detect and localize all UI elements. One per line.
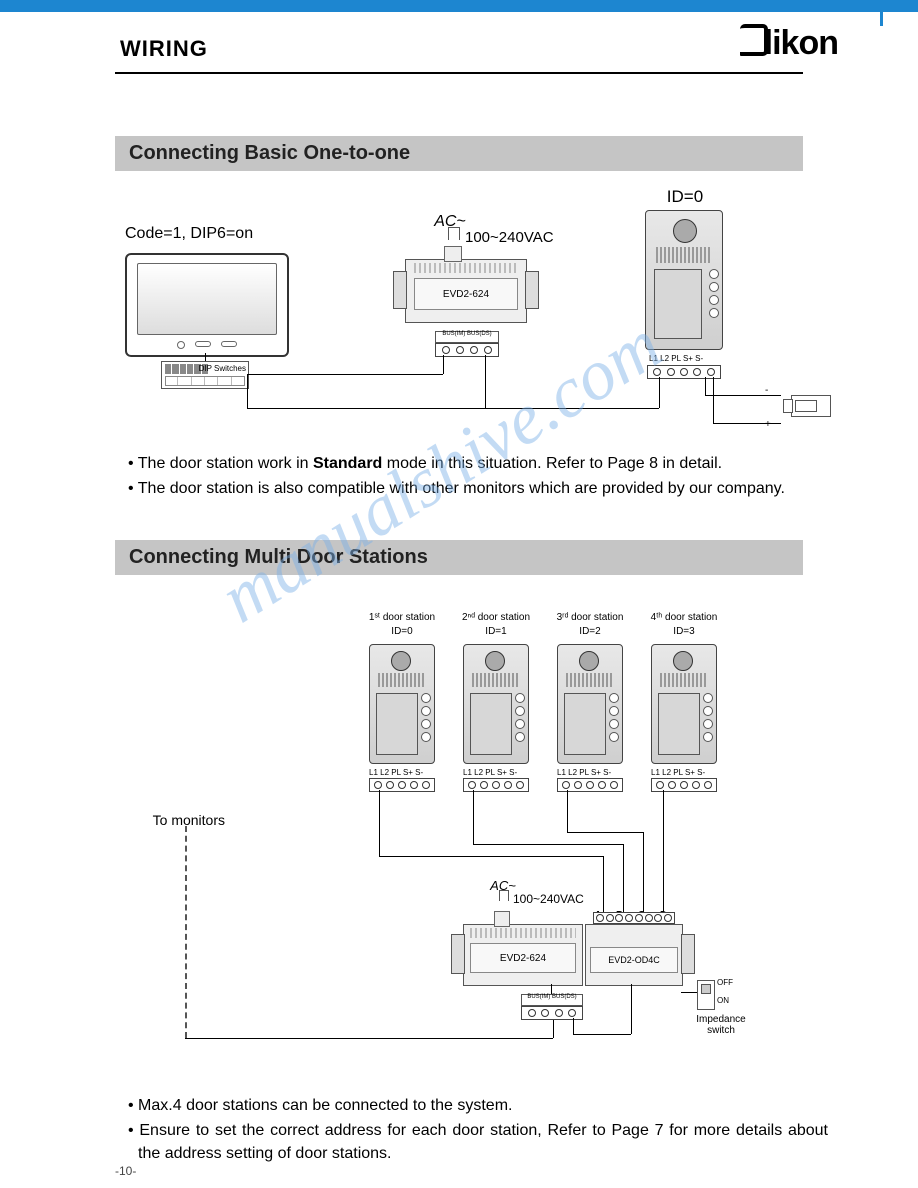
electric-lock xyxy=(791,395,831,417)
section-heading-multi: Connecting Multi Door Stations xyxy=(115,540,803,575)
impedance-switch-label: Impedance switch xyxy=(681,1014,761,1036)
page-title: WIRING xyxy=(120,36,208,62)
brand-logo: Elikonlikon xyxy=(740,24,838,63)
dip-switches-box: DIP Switches xyxy=(161,361,249,389)
monitor-device xyxy=(125,253,289,357)
ds4-ord: 4ᵗʰ door station xyxy=(641,612,727,623)
distributor-unit: EVD2-OD4C xyxy=(585,924,683,986)
door-station-terminals-label: L1 L2 PL S+ S- xyxy=(649,354,721,363)
section-heading-one-to-one: Connecting Basic One-to-one xyxy=(115,136,803,171)
impedance-switch xyxy=(697,980,715,1010)
ds1-ord: 1ˢᵗ door station xyxy=(359,612,445,623)
ds4-id: ID=3 xyxy=(641,626,727,637)
ds2-ord: 2ⁿᵈ door station xyxy=(453,612,539,623)
page-number: -10- xyxy=(115,1164,136,1178)
power-supply-unit-2: EVD2-624 xyxy=(463,924,583,986)
ds1-id: ID=0 xyxy=(359,626,445,637)
power-supply-unit: EVD2-624 xyxy=(405,259,527,323)
section1-bullets: The door station work in Standard mode i… xyxy=(120,450,828,502)
psu-voltage-2: 100~240VAC xyxy=(513,892,603,906)
ds2-id: ID=1 xyxy=(453,626,539,637)
door-station-4 xyxy=(651,644,717,764)
door-station-3 xyxy=(557,644,623,764)
to-monitors-label: To monitors xyxy=(125,812,225,828)
monitor-code-label: Code=1, DIP6=on xyxy=(125,225,285,243)
door-station-1 xyxy=(369,644,435,764)
ds3-ord: 3ʳᵈ door station xyxy=(547,612,633,623)
psu-voltage-label: 100~240VAC xyxy=(465,229,575,246)
door-station-2 xyxy=(463,644,529,764)
door-station xyxy=(645,210,723,350)
section2-bullets: Max.4 door stations can be connected to … xyxy=(120,1092,828,1168)
door-station-id-label: ID=0 xyxy=(645,187,725,207)
ds3-id: ID=2 xyxy=(547,626,633,637)
